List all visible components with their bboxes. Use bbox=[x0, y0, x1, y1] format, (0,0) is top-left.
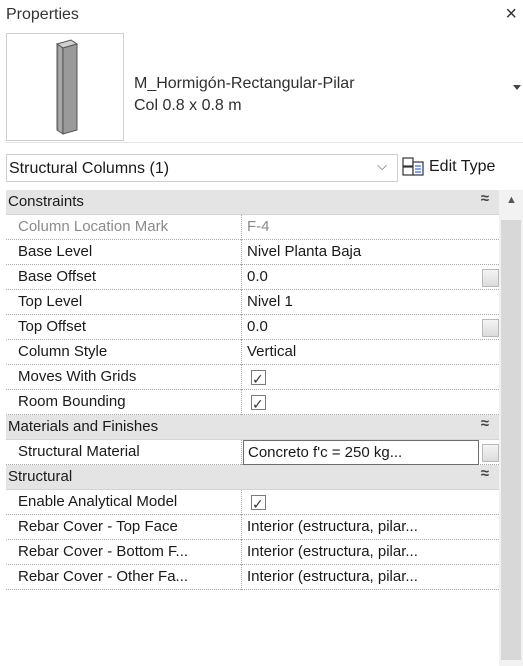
property-label: Structural Material bbox=[6, 440, 242, 465]
property-value: ✓ bbox=[243, 490, 499, 515]
collapse-icon[interactable]: ≈ bbox=[481, 415, 489, 432]
section-header-structural[interactable]: Structural ≈ bbox=[6, 465, 499, 490]
property-value[interactable]: Interior (estructura, pilar... bbox=[243, 515, 499, 540]
type-size: Col 0.8 x 0.8 m bbox=[134, 97, 242, 114]
edit-type-button[interactable]: Edit Type bbox=[402, 154, 523, 182]
instance-filter-dropdown[interactable]: Structural Columns (1) ⌵ bbox=[6, 154, 398, 182]
property-row-room-bounding[interactable]: Room Bounding ✓ bbox=[6, 390, 499, 415]
property-label: Column Location Mark bbox=[6, 215, 242, 240]
property-label: Room Bounding bbox=[6, 390, 242, 415]
edit-type-label: Edit Type bbox=[429, 158, 496, 175]
check-icon: ✓ bbox=[252, 396, 264, 412]
top-offset-edit-button[interactable] bbox=[482, 319, 499, 337]
property-label: Rebar Cover - Other Fa... bbox=[6, 565, 242, 590]
property-label: Rebar Cover - Top Face bbox=[6, 515, 242, 540]
section-header-materials[interactable]: Materials and Finishes ≈ bbox=[6, 415, 499, 440]
property-row-enable-analytical-model[interactable]: Enable Analytical Model ✓ bbox=[6, 490, 499, 515]
family-name: M_Hormigón-Rectangular-Pilar bbox=[134, 75, 355, 92]
chevron-down-icon: ⌵ bbox=[377, 158, 387, 173]
collapse-icon[interactable]: ≈ bbox=[481, 465, 489, 482]
property-row-column-location-mark: Column Location Mark F-4 bbox=[6, 215, 499, 240]
property-row-rebar-cover-top[interactable]: Rebar Cover - Top Face Interior (estruct… bbox=[6, 515, 499, 540]
property-row-moves-with-grids[interactable]: Moves With Grids ✓ bbox=[6, 365, 499, 390]
section-title: Structural bbox=[8, 468, 73, 485]
analytical-model-checkbox[interactable]: ✓ bbox=[251, 495, 266, 512]
property-label: Top Offset bbox=[6, 315, 242, 340]
instance-filter-label: Structural Columns (1) bbox=[9, 160, 170, 177]
properties-titlebar: Properties × bbox=[0, 0, 523, 32]
type-name: M_Hormigón-Rectangular-Pilar Col 0.8 x 0… bbox=[134, 73, 355, 117]
check-icon: ✓ bbox=[252, 371, 264, 387]
base-offset-edit-button[interactable] bbox=[482, 269, 499, 287]
instance-filter-row: Structural Columns (1) ⌵ Edit Type bbox=[0, 150, 523, 186]
property-row-base-level[interactable]: Base Level Nivel Planta Baja bbox=[6, 240, 499, 265]
collapse-icon[interactable]: ≈ bbox=[481, 190, 489, 207]
check-icon: ✓ bbox=[252, 496, 264, 512]
section-header-constraints[interactable]: Constraints ≈ bbox=[6, 190, 499, 215]
scroll-up-icon[interactable]: ▲ bbox=[506, 194, 517, 206]
property-value: ✓ bbox=[243, 365, 499, 390]
edit-type-icon bbox=[402, 157, 424, 176]
palette-title: Properties bbox=[6, 6, 79, 23]
property-label: Column Style bbox=[6, 340, 242, 365]
property-value: F-4 bbox=[247, 218, 270, 235]
close-icon[interactable]: × bbox=[505, 3, 517, 26]
scrollbar-thumb[interactable] bbox=[501, 220, 521, 660]
property-label: Top Level bbox=[6, 290, 242, 315]
property-row-top-offset[interactable]: Top Offset 0.0 bbox=[6, 315, 499, 340]
property-value[interactable]: 0.0 bbox=[243, 315, 499, 340]
section-title: Constraints bbox=[8, 193, 84, 210]
property-value[interactable]: Nivel Planta Baja bbox=[243, 240, 499, 265]
concrete-column-icon bbox=[6, 33, 124, 141]
vertical-scrollbar[interactable]: ▲ bbox=[499, 190, 523, 666]
property-label: Base Offset bbox=[6, 265, 242, 290]
property-row-top-level[interactable]: Top Level Nivel 1 bbox=[6, 290, 499, 315]
property-row-base-offset[interactable]: Base Offset 0.0 bbox=[6, 265, 499, 290]
property-row-column-style[interactable]: Column Style Vertical bbox=[6, 340, 499, 365]
room-bounding-checkbox[interactable]: ✓ bbox=[251, 395, 266, 412]
property-label: Base Level bbox=[6, 240, 242, 265]
property-row-rebar-cover-other[interactable]: Rebar Cover - Other Fa... Interior (estr… bbox=[6, 565, 499, 590]
type-selector[interactable]: M_Hormigón-Rectangular-Pilar Col 0.8 x 0… bbox=[6, 33, 523, 143]
property-row-rebar-cover-bottom[interactable]: Rebar Cover - Bottom F... Interior (estr… bbox=[6, 540, 499, 565]
type-dropdown-icon[interactable] bbox=[513, 85, 521, 90]
property-label: Rebar Cover - Bottom F... bbox=[6, 540, 242, 565]
property-value[interactable]: Interior (estructura, pilar... bbox=[243, 565, 499, 590]
section-title: Materials and Finishes bbox=[8, 418, 159, 435]
property-label: Moves With Grids bbox=[6, 365, 242, 390]
property-value: ✓ bbox=[243, 390, 499, 415]
property-value[interactable]: Interior (estructura, pilar... bbox=[243, 540, 499, 565]
properties-grid: Constraints ≈ Column Location Mark F-4 B… bbox=[6, 190, 499, 590]
property-value[interactable]: Vertical bbox=[243, 340, 499, 365]
structural-material-field[interactable]: Concreto f'c = 250 kg... bbox=[243, 440, 479, 465]
moves-with-grids-checkbox[interactable]: ✓ bbox=[251, 370, 266, 387]
property-label: Enable Analytical Model bbox=[6, 490, 242, 515]
material-browse-button[interactable] bbox=[482, 444, 499, 462]
property-row-structural-material[interactable]: Structural Material Concreto f'c = 250 k… bbox=[6, 440, 499, 465]
property-value[interactable]: Nivel 1 bbox=[243, 290, 499, 315]
property-value[interactable]: 0.0 bbox=[243, 265, 499, 290]
